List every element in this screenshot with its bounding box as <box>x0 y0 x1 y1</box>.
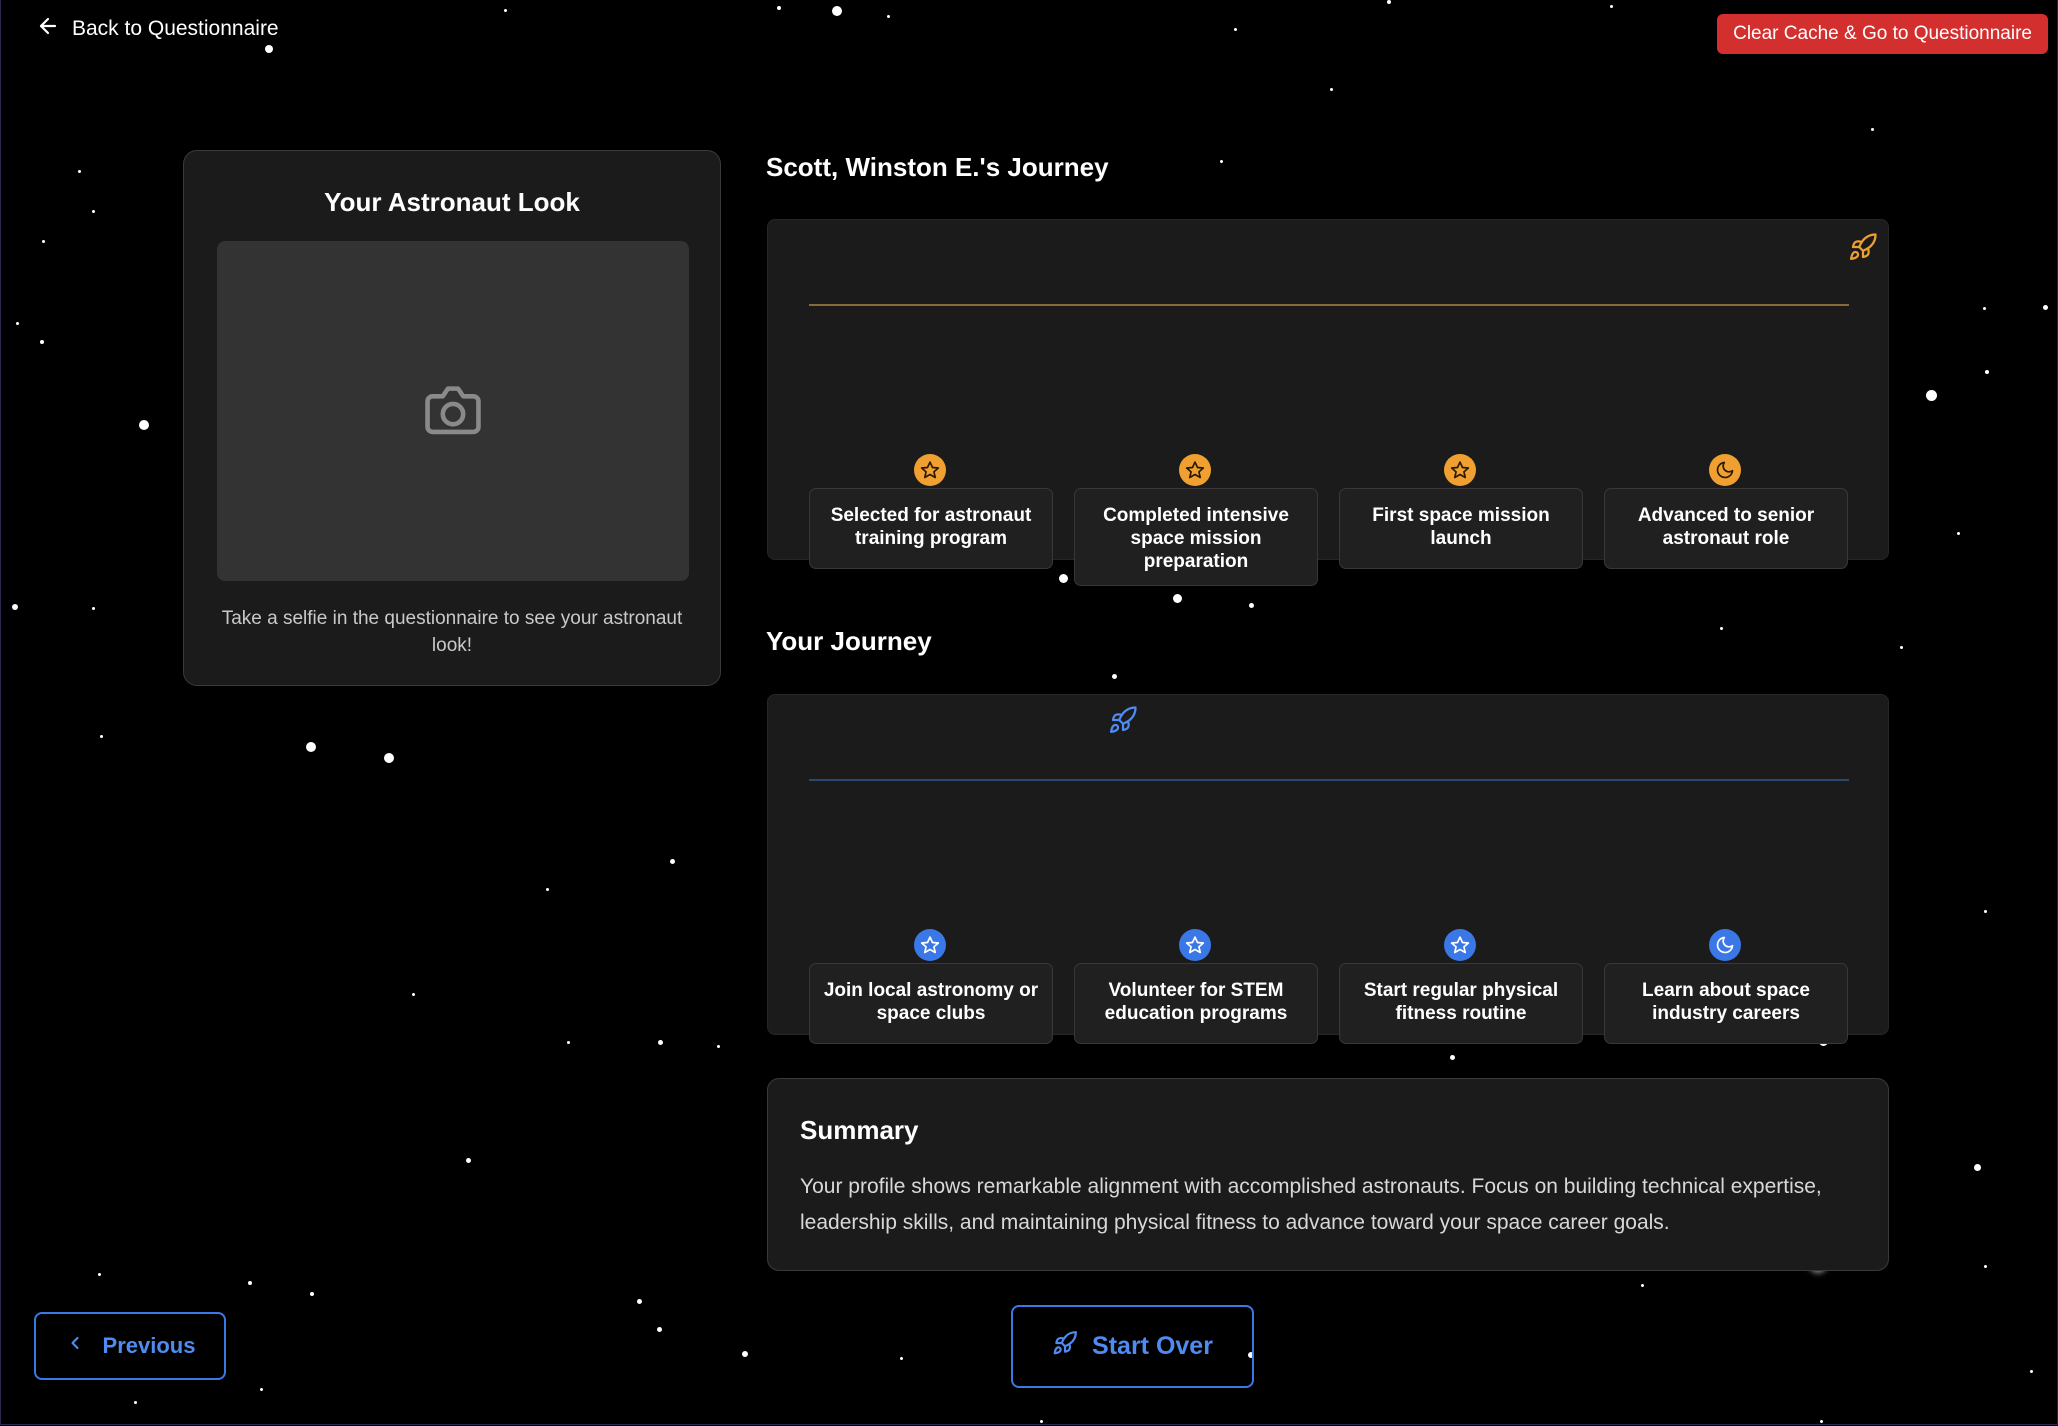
star <box>260 1388 263 1391</box>
star <box>1220 160 1223 163</box>
summary-text: Your profile shows remarkable alignment … <box>800 1175 1822 1234</box>
star <box>1983 307 1986 310</box>
star <box>1926 390 1937 401</box>
star <box>504 9 507 12</box>
star <box>1720 627 1723 630</box>
star <box>546 888 549 891</box>
star <box>742 1351 748 1357</box>
star <box>1957 532 1960 535</box>
star <box>1984 1265 1987 1268</box>
star <box>1871 128 1874 131</box>
star <box>248 1281 252 1285</box>
star <box>2043 305 2048 310</box>
star <box>92 210 95 213</box>
star <box>657 1327 662 1332</box>
astronaut-look-title: Your Astronaut Look <box>324 187 580 217</box>
star <box>1610 5 1613 8</box>
star-icon <box>914 929 946 961</box>
star <box>1985 370 1989 374</box>
summary-title: Summary <box>800 1115 919 1145</box>
star <box>310 1292 314 1296</box>
star <box>40 340 44 344</box>
star <box>637 1299 642 1304</box>
star <box>1112 674 1117 679</box>
camera-icon <box>422 381 484 442</box>
star <box>658 1040 663 1045</box>
star <box>900 1357 903 1360</box>
star <box>139 420 149 430</box>
astronaut-journey-timeline: Selected for astronaut training program … <box>767 219 1889 586</box>
astronaut-look-hint: Take a selfie in the questionnaire to se… <box>221 608 683 656</box>
star <box>1641 1284 1644 1287</box>
chevron-left-icon <box>65 1333 85 1359</box>
star <box>265 45 273 53</box>
back-to-questionnaire-link[interactable]: Back to Questionnaire <box>36 14 279 44</box>
arrow-left-icon <box>36 14 60 44</box>
timeline-item-label: Learn about space industry careers <box>1604 963 1848 1044</box>
timeline-item-label: Join local astronomy or space clubs <box>809 963 1053 1044</box>
your-journey-timeline: Join local astronomy or space clubs Volu… <box>767 694 1889 1044</box>
star <box>384 753 394 763</box>
star <box>306 742 316 752</box>
star <box>777 6 781 10</box>
star <box>1820 1420 1823 1423</box>
timeline-item-label: Selected for astronaut training program <box>809 488 1053 569</box>
timeline-line <box>809 779 1849 781</box>
star <box>1984 910 1987 913</box>
star <box>100 735 103 738</box>
star <box>92 607 95 610</box>
timeline-item-label: Volunteer for STEM education programs <box>1074 963 1318 1044</box>
timeline-item-label: First space mission launch <box>1339 488 1583 569</box>
star <box>134 1401 137 1404</box>
star-icon <box>914 454 946 486</box>
back-link-label: Back to Questionnaire <box>72 17 279 40</box>
star <box>42 240 45 243</box>
astronaut-look-card: Your Astronaut Look Take a selfie in the… <box>183 150 721 686</box>
star-icon <box>1444 454 1476 486</box>
start-over-button[interactable]: Start Over <box>1011 1305 1254 1388</box>
star <box>1040 1420 1043 1423</box>
star-icon <box>1444 929 1476 961</box>
star <box>832 6 842 16</box>
summary-card: Summary Your profile shows remarkable al… <box>767 1078 1889 1271</box>
star <box>1974 1164 1981 1171</box>
moon-icon <box>1709 929 1741 961</box>
start-over-button-label: Start Over <box>1092 1332 1213 1360</box>
star <box>670 859 675 864</box>
star <box>466 1158 471 1163</box>
your-journey-title: Your Journey <box>766 626 932 656</box>
star <box>12 604 18 610</box>
rocket-icon <box>1052 1330 1078 1363</box>
star <box>98 1273 101 1276</box>
timeline-line <box>809 304 1849 306</box>
star <box>1059 574 1068 583</box>
previous-button-label: Previous <box>102 1333 196 1358</box>
star <box>78 170 81 173</box>
previous-button[interactable]: Previous <box>34 1312 226 1380</box>
star <box>1387 0 1391 4</box>
rocket-icon <box>1848 232 1878 262</box>
star-icon <box>1179 454 1211 486</box>
timeline-item-label: Start regular physical fitness routine <box>1339 963 1583 1044</box>
star <box>1900 646 1903 649</box>
star <box>1173 594 1182 603</box>
star <box>567 1041 570 1044</box>
astronaut-journey-title: Scott, Winston E.'s Journey <box>766 152 1109 182</box>
star <box>2030 1370 2033 1373</box>
star <box>1450 1055 1455 1060</box>
timeline-item-label: Completed intensive space mission prepar… <box>1074 488 1318 586</box>
star <box>887 15 890 18</box>
star <box>1249 603 1254 608</box>
star <box>412 993 415 996</box>
photo-placeholder <box>217 241 689 581</box>
timeline-item-label: Advanced to senior astronaut role <box>1604 488 1848 569</box>
moon-icon <box>1709 454 1741 486</box>
rocket-icon <box>1108 705 1138 735</box>
star <box>717 1045 720 1048</box>
star-icon <box>1179 929 1211 961</box>
star <box>1234 28 1237 31</box>
clear-cache-button[interactable]: Clear Cache & Go to Questionnaire <box>1717 14 2048 54</box>
star <box>1330 88 1333 91</box>
star <box>16 322 19 325</box>
